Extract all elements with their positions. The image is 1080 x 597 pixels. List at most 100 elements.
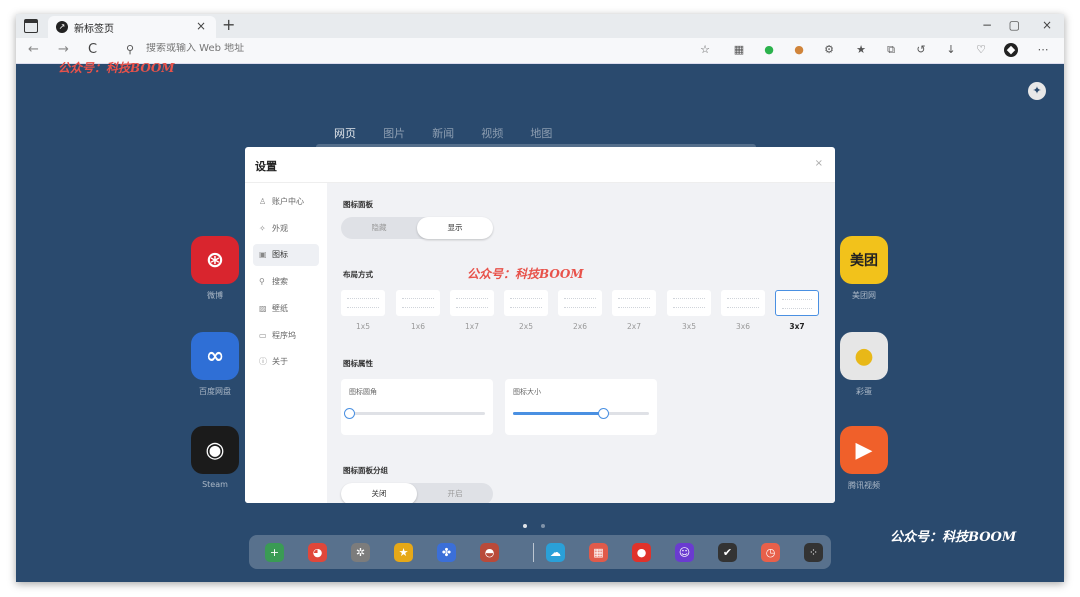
layout-option-3x7[interactable]: 3x7 [775, 290, 819, 331]
refresh-button[interactable]: C [88, 42, 97, 57]
add-favorite-icon[interactable]: ☆ [698, 43, 712, 57]
layout-option-1x5[interactable]: 1x5 [341, 290, 385, 331]
dialog-close-button[interactable]: × [815, 158, 823, 169]
collections-icon[interactable]: ▦ [732, 43, 746, 57]
calendar-icon[interactable]: ▦ [589, 543, 608, 562]
info-icon: ⓘ [259, 357, 267, 366]
icon-radius-slider[interactable] [344, 408, 485, 419]
layout-option-1x7[interactable]: 1x7 [450, 290, 494, 331]
dialog-header: 设置 × [245, 147, 835, 183]
browser-essentials-icon[interactable]: ♡ [974, 43, 988, 57]
extension-green-icon[interactable]: ● [762, 43, 776, 57]
layout-option-3x5[interactable]: 3x5 [667, 290, 711, 331]
forward-button[interactable]: → [58, 42, 69, 57]
layout-option-3x6[interactable]: 3x6 [721, 290, 765, 331]
icon-grouping-off-option[interactable]: 关闭 [341, 483, 417, 503]
search-tab-images[interactable]: 图片 [383, 125, 405, 141]
icon-size-slider[interactable] [513, 408, 649, 419]
layout-option-2x6[interactable]: 2x6 [558, 290, 602, 331]
sidebar-item-account[interactable]: ♙ 账户中心 [253, 191, 319, 213]
page-settings-icon[interactable]: ✦ [1028, 82, 1046, 100]
extensions-icon[interactable]: ⚙ [822, 43, 836, 57]
checkmark-app-icon[interactable]: ✔ [718, 543, 737, 562]
sidebar-item-appearance[interactable]: ✧ 外观 [253, 218, 319, 240]
watermark-bottom-right: 公众号：科技BOOM [890, 530, 1017, 545]
settings-content: 图标面板 隐藏 显示 布局方式 1x5 1x6 1x7 2x5 2x6 2x7 … [327, 183, 835, 503]
app-steam[interactable]: ◉ Steam [191, 426, 239, 489]
wallpaper-app-icon[interactable]: ◓ [480, 543, 499, 562]
icon-panel-toggle[interactable]: 隐藏 显示 [341, 217, 493, 239]
tab-actions-icon[interactable] [24, 19, 38, 33]
back-button[interactable]: ← [28, 42, 39, 57]
settings-icon[interactable]: ✲ [351, 543, 370, 562]
close-window-button[interactable]: × [1042, 18, 1052, 32]
tab-collections-icon[interactable]: ⧉ [884, 43, 898, 57]
extension-avatar-icon[interactable]: ● [792, 43, 806, 57]
tab-close-button[interactable]: × [196, 19, 206, 33]
page-dot-active[interactable] [523, 524, 527, 528]
layout-label: 3x6 [736, 322, 750, 331]
layout-option-1x6[interactable]: 1x6 [396, 290, 440, 331]
omnibox[interactable]: ⚲ [114, 41, 724, 61]
app-easter-egg[interactable]: ● 彩蛋 [840, 332, 888, 397]
sidebar-item-search[interactable]: ⚲ 搜索 [253, 271, 319, 293]
tab-bar: ↗ 新标签页 × + − ▢ × [16, 14, 1064, 38]
bag-icon[interactable]: ● [632, 543, 651, 562]
icon-panel-hide-option[interactable]: 隐藏 [341, 217, 417, 239]
sidebar-item-icons[interactable]: ▣ 图标 [253, 244, 319, 266]
icon-size-label: 图标大小 [513, 388, 541, 396]
apps-icon[interactable]: ⁘ [804, 543, 823, 562]
app-baidu-netdisk[interactable]: ∞ 百度网盘 [191, 332, 239, 397]
restore-button[interactable]: ▢ [1009, 18, 1020, 32]
sidebar-item-dock[interactable]: ▭ 程序坞 [253, 325, 319, 347]
watermark-top-left: 公众号：科技BOOM [58, 61, 175, 75]
sidebar-item-about[interactable]: ⓘ 关于 [253, 351, 319, 373]
tencent-video-icon: ▶ [840, 426, 888, 474]
meituan-icon: 美团 [840, 236, 888, 284]
app-label: 彩蛋 [856, 387, 872, 396]
search-tab-maps[interactable]: 地图 [530, 125, 552, 141]
icon-radius-handle[interactable] [344, 408, 355, 419]
game-controller-icon[interactable]: ☺ [675, 543, 694, 562]
new-tab-button[interactable]: + [222, 15, 235, 34]
history-icon[interactable]: ↺ [914, 43, 928, 57]
sidebar-item-wallpaper[interactable]: ▨ 壁纸 [253, 298, 319, 320]
app-tencent-video[interactable]: ▶ 腾讯视频 [840, 426, 888, 491]
sidebar-item-label: 外观 [272, 224, 288, 233]
sidebar-item-label: 程序坞 [272, 331, 296, 340]
icon-radius-card: 图标圆角 [341, 379, 493, 435]
page-dot[interactable] [541, 524, 545, 528]
puzzle-icon[interactable]: ✤ [437, 543, 456, 562]
chick-icon: ● [840, 332, 888, 380]
icon-grouping-on-option[interactable]: 开启 [417, 483, 493, 503]
app-weibo[interactable]: ⊛ 微博 [191, 236, 239, 301]
cloud-icon[interactable]: ☁ [546, 543, 565, 562]
app-label: 美团网 [852, 291, 876, 300]
layout-option-2x7[interactable]: 2x7 [612, 290, 656, 331]
layout-option-2x5[interactable]: 2x5 [504, 290, 548, 331]
timer-icon[interactable]: ◷ [761, 543, 780, 562]
icon-size-handle[interactable] [597, 408, 609, 419]
icon-grouping-toggle[interactable]: 关闭 开启 [341, 483, 493, 503]
icon-size-card: 图标大小 [505, 379, 657, 435]
tab-title: 新标签页 [74, 24, 114, 35]
app-meituan[interactable]: 美团 美团网 [840, 236, 888, 301]
game-icon[interactable]: ◕ [308, 543, 327, 562]
icon-panel-show-option[interactable]: 显示 [417, 217, 493, 239]
profile-icon[interactable]: ◆ [1004, 43, 1018, 57]
search-tab-video[interactable]: 视频 [481, 125, 503, 141]
tab-new-tab[interactable]: ↗ 新标签页 × [48, 16, 216, 38]
favorites-icon[interactable]: ★ [854, 43, 868, 57]
minimize-button[interactable]: − [982, 18, 992, 32]
more-icon[interactable]: ⋯ [1036, 43, 1050, 57]
downloads-icon[interactable]: ↓ [944, 43, 958, 57]
baidu-netdisk-icon: ∞ [191, 332, 239, 380]
add-icon[interactable]: + [265, 543, 284, 562]
search-tab-web[interactable]: 网页 [334, 125, 356, 141]
address-input[interactable] [146, 43, 546, 54]
search-tab-news[interactable]: 新闻 [432, 125, 454, 141]
section-grouping-title: 图标面板分组 [343, 466, 388, 475]
layout-label: 1x6 [411, 322, 425, 331]
star-icon[interactable]: ★ [394, 543, 413, 562]
section-icon-props-title: 图标属性 [343, 359, 373, 368]
